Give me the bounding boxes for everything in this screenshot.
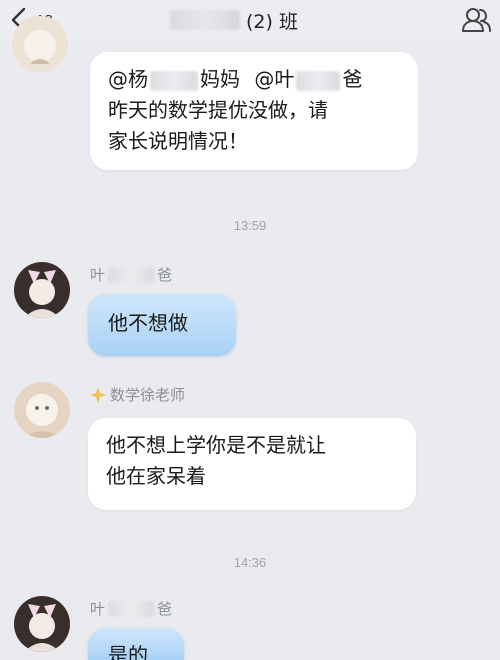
teacher-badge-icon [90,386,106,403]
mention-text: 爸 [342,67,363,91]
avatar-image [12,16,68,72]
message-bubble[interactable]: 他不想做 [88,294,236,356]
message-text: 他不想做 [108,311,188,335]
avatar-image [14,596,70,652]
redacted-group-name [170,10,240,30]
message-bubble[interactable]: @杨 妈妈 @叶 爸 昨天的数学提优没做，请 家长说明情况！ [90,52,418,170]
sender-name: 叶 爸 [90,598,172,619]
message-bubble[interactable]: 他不想上学你是不是就让 他在家呆着 [88,418,416,510]
message-text: 是的 [108,643,148,660]
avatar-image [14,382,70,438]
avatar[interactable] [14,262,70,318]
sender-name-suffix: 爸 [157,266,173,284]
timestamp: 14:36 [233,555,267,570]
title-suffix: (2) 班 [246,10,298,33]
message-bubble[interactable]: 是的 [88,628,184,660]
avatar[interactable] [12,16,68,72]
message-text: 昨天的数学提优没做，请 [108,98,328,122]
avatar-image [14,262,70,318]
message-text: 他在家呆着 [106,464,206,488]
avatar[interactable] [14,382,70,438]
redacted-name [108,600,155,617]
sender-name-suffix: 爸 [157,600,173,618]
mention-text: @叶 [254,67,295,91]
page-title: (2) 班 [170,6,298,34]
sender-name: 数学徐老师 [90,384,185,405]
sender-name-label: 数学徐老师 [110,386,186,404]
avatar[interactable] [14,596,70,652]
timestamp: 13:59 [233,218,267,233]
mention-text: @杨 [108,67,148,91]
sender-name-prefix: 叶 [90,266,106,284]
chat-header: 18 (2) 班 [0,0,500,40]
sender-name-prefix: 叶 [90,600,106,618]
message-text: 他不想上学你是不是就让 [106,433,326,457]
redacted-name [296,70,341,91]
message-text: 家长说明情况！ [108,129,248,153]
sender-name: 叶 爸 [90,264,172,285]
mention-text: 妈妈 [200,67,240,91]
redacted-name [150,70,198,91]
redacted-name [108,266,155,283]
group-members-icon[interactable] [460,4,492,36]
